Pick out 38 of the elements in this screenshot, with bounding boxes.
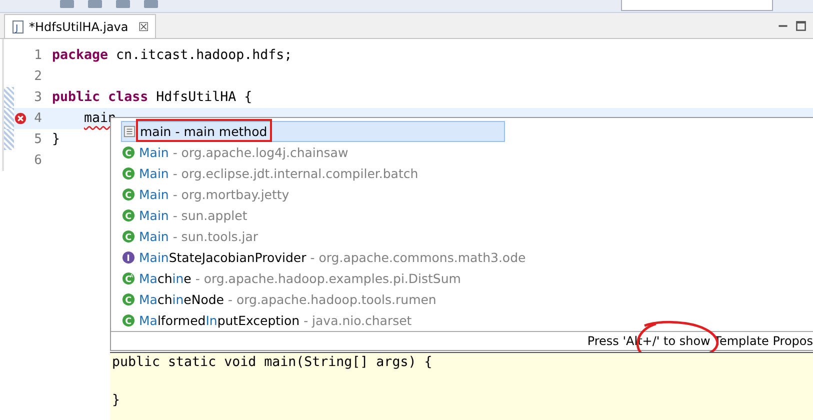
template-icon bbox=[123, 125, 136, 138]
class-icon: C bbox=[122, 188, 135, 201]
class-icon: C bbox=[122, 209, 135, 222]
close-icon[interactable]: ☒ bbox=[138, 20, 150, 34]
proposal-item[interactable]: main - main method bbox=[121, 121, 505, 142]
toolbar-icon[interactable] bbox=[60, 0, 74, 8]
proposal-item[interactable]: C MalformedInputException - java.nio.charset bbox=[121, 310, 505, 331]
line-number: 2 bbox=[33, 69, 42, 84]
code-line: public class HdfsUtilHA { bbox=[52, 90, 252, 105]
proposal-item[interactable]: I MainStateJacobianProvider - org.apache.commons.math3.ode bbox=[121, 247, 526, 268]
editor-tab[interactable]: J *HdfsUtilHA.java ☒ bbox=[4, 14, 156, 38]
proposal-item[interactable]: C Main - org.eclipse.jdt.internal.compiler.batch bbox=[121, 163, 505, 184]
java-file-icon: J bbox=[11, 20, 25, 34]
line-number: 3 bbox=[33, 90, 42, 105]
proposal-item[interactable]: C Main - org.apache.log4j.chainsaw bbox=[121, 142, 505, 163]
search-field[interactable] bbox=[621, 0, 773, 11]
toolbar-icon[interactable] bbox=[144, 0, 158, 8]
interface-icon: I bbox=[122, 251, 135, 264]
line-number: 4 bbox=[33, 111, 42, 126]
code-line: package cn.itcast.hadoop.hdfs; bbox=[52, 48, 292, 63]
maximize-icon bbox=[795, 20, 807, 32]
line-number: 1 bbox=[33, 48, 42, 63]
proposal-item[interactable]: C Main - sun.applet bbox=[121, 205, 505, 226]
preview-code-line: } bbox=[112, 393, 120, 410]
class-icon: C bbox=[122, 230, 135, 243]
toolbar-icon[interactable] bbox=[116, 0, 130, 8]
code-line: } bbox=[52, 132, 60, 147]
class-icon: C bbox=[122, 293, 135, 306]
proposal-item[interactable]: C Main - sun.tools.jar bbox=[121, 226, 505, 247]
line-number: 5 bbox=[33, 132, 42, 147]
class-icon: C bbox=[122, 167, 135, 180]
class-icon: C bbox=[122, 146, 135, 159]
line-number: 6 bbox=[33, 153, 42, 168]
toolbar-icon[interactable] bbox=[88, 0, 102, 8]
proposal-item[interactable]: C MachineNode - org.apache.hadoop.tools.rumen bbox=[121, 289, 505, 310]
class-icon: C bbox=[122, 314, 135, 327]
preview-code-line: public static void main(String[] args) { bbox=[112, 355, 432, 372]
proposal-item[interactable]: C Main - org.mortbay.jetty bbox=[121, 184, 505, 205]
